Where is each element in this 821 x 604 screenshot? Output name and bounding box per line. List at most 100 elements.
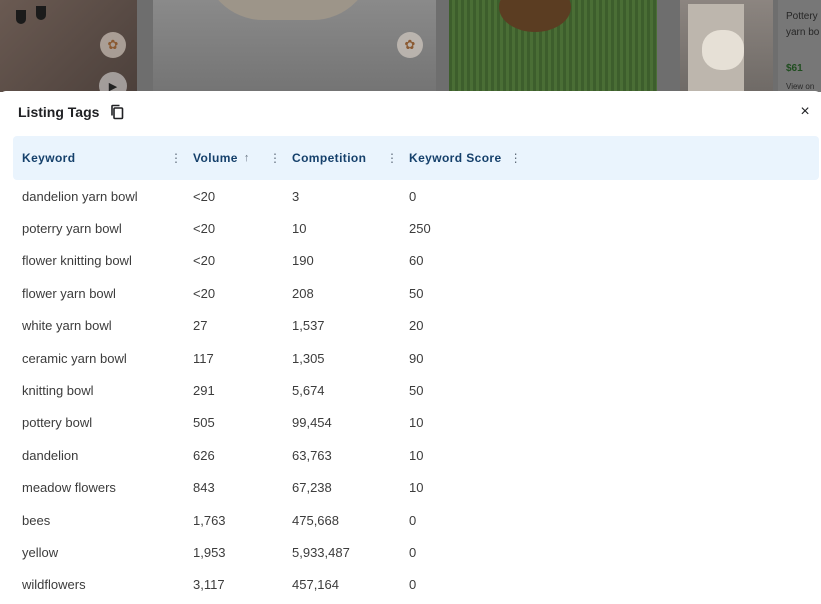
score-cell: 50 bbox=[409, 383, 424, 399]
competition-cell: 63,763 bbox=[292, 447, 332, 463]
volume-cell: 505 bbox=[193, 415, 215, 431]
keyword-cell: wildflowers bbox=[22, 577, 86, 593]
volume-cell: 291 bbox=[193, 383, 215, 399]
competition-cell: 457,164 bbox=[292, 577, 339, 593]
listing-title[interactable]: Pottery yarn bo bbox=[786, 9, 820, 41]
bee-icon[interactable]: ✿ bbox=[100, 32, 126, 58]
keyword-cell: white yarn bowl bbox=[22, 318, 112, 334]
competition-cell: 5,674 bbox=[292, 383, 325, 399]
competition-cell: 1,537 bbox=[292, 318, 325, 334]
column-menu-icon[interactable]: ⋮ bbox=[170, 136, 182, 180]
table-row: knitting bowl 291 5,674 50 bbox=[13, 374, 819, 406]
competition-cell: 208 bbox=[292, 285, 314, 301]
copy-icon[interactable] bbox=[109, 104, 125, 120]
bowl-shape bbox=[702, 30, 744, 70]
table-row: flower yarn bowl <20 208 50 bbox=[13, 277, 819, 309]
keyword-cell: poterry yarn bowl bbox=[22, 221, 122, 237]
table-row: dandelion 626 63,763 10 bbox=[13, 439, 819, 471]
keyword-cell: dandelion bbox=[22, 447, 79, 463]
score-cell: 50 bbox=[409, 285, 424, 301]
table-row: white yarn bowl 27 1,537 20 bbox=[13, 310, 819, 342]
column-header-label: Volume bbox=[193, 151, 238, 165]
table-row: poterry yarn bowl <20 10 250 bbox=[13, 212, 819, 244]
score-cell: 20 bbox=[409, 318, 424, 334]
table-row: dandelion yarn bowl <20 3 0 bbox=[13, 180, 819, 212]
keyword-cell: dandelion yarn bowl bbox=[22, 188, 138, 204]
competition-cell: 99,454 bbox=[292, 415, 332, 431]
score-cell: 0 bbox=[409, 544, 417, 560]
keyword-cell: ceramic yarn bowl bbox=[22, 350, 127, 366]
listing-info: Pottery yarn bo $61 View on bbox=[778, 0, 821, 92]
keyword-cell: flower yarn bowl bbox=[22, 285, 116, 301]
score-cell: 60 bbox=[409, 253, 424, 269]
table-row: meadow flowers 843 67,238 10 bbox=[13, 472, 819, 504]
volume-cell: 1,763 bbox=[193, 512, 226, 528]
volume-cell: <20 bbox=[193, 285, 216, 301]
column-header-competition[interactable]: Competition bbox=[292, 136, 366, 180]
decor-shape bbox=[16, 10, 26, 24]
listing-tags-modal: Listing Tags × Keyword ⋮ Volume ↑ ⋮ Comp… bbox=[0, 91, 821, 604]
table-row: bees 1,763 475,668 0 bbox=[13, 504, 819, 536]
modal-header: Listing Tags bbox=[18, 104, 125, 120]
table-header: Keyword ⋮ Volume ↑ ⋮ Competition ⋮ Keywo… bbox=[13, 136, 819, 180]
decor-shape bbox=[36, 6, 46, 20]
competition-cell: 10 bbox=[292, 221, 307, 237]
keyword-cell: knitting bowl bbox=[22, 383, 94, 399]
column-header-label: Keyword bbox=[22, 151, 76, 165]
table-row: yellow 1,953 5,933,487 0 bbox=[13, 536, 819, 568]
column-header-volume[interactable]: Volume ↑ bbox=[193, 136, 250, 180]
volume-cell: <20 bbox=[193, 253, 216, 269]
yarn-ball-shape bbox=[499, 0, 571, 32]
keyword-cell: yellow bbox=[22, 544, 59, 560]
volume-cell: 626 bbox=[193, 447, 215, 463]
volume-cell: <20 bbox=[193, 188, 216, 204]
volume-cell: 117 bbox=[193, 350, 214, 366]
column-header-score[interactable]: Keyword Score ⋮ bbox=[409, 136, 522, 180]
keyword-cell: pottery bowl bbox=[22, 415, 93, 431]
keyword-cell: flower knitting bowl bbox=[22, 253, 132, 269]
keyword-cell: bees bbox=[22, 512, 51, 528]
keyword-cell: meadow flowers bbox=[22, 480, 116, 496]
arrow-up-icon[interactable]: ↑ bbox=[244, 152, 250, 164]
score-cell: 10 bbox=[409, 447, 424, 463]
competition-cell: 475,668 bbox=[292, 512, 339, 528]
table-row: wildflowers 3,117 457,164 0 bbox=[13, 569, 819, 601]
volume-cell: 843 bbox=[193, 480, 215, 496]
volume-cell: <20 bbox=[193, 221, 216, 237]
view-link[interactable]: View on bbox=[786, 82, 814, 91]
keyword-table: Keyword ⋮ Volume ↑ ⋮ Competition ⋮ Keywo… bbox=[13, 136, 819, 601]
score-cell: 0 bbox=[409, 188, 417, 204]
column-menu-icon[interactable]: ⋮ bbox=[269, 136, 281, 180]
listing-image[interactable] bbox=[153, 0, 436, 92]
score-cell: 10 bbox=[409, 415, 424, 431]
competition-cell: 5,933,487 bbox=[292, 544, 350, 560]
listing-price: $61 bbox=[786, 63, 803, 74]
competition-cell: 67,238 bbox=[292, 480, 332, 496]
listing-image[interactable] bbox=[449, 0, 657, 92]
table-body: dandelion yarn bowl <20 3 0 poterry yarn… bbox=[13, 180, 819, 601]
score-cell: 250 bbox=[409, 221, 431, 237]
score-cell: 0 bbox=[409, 512, 417, 528]
score-cell: 10 bbox=[409, 480, 424, 496]
table-row: flower knitting bowl <20 190 60 bbox=[13, 245, 819, 277]
volume-cell: 3,117 bbox=[193, 577, 225, 593]
score-cell: 0 bbox=[409, 577, 417, 593]
table-row: pottery bowl 505 99,454 10 bbox=[13, 407, 819, 439]
column-header-label: Keyword Score bbox=[409, 151, 502, 165]
listing-image[interactable] bbox=[680, 0, 773, 92]
column-menu-icon[interactable]: ⋮ bbox=[386, 136, 398, 180]
play-icon[interactable]: ▶ bbox=[99, 72, 127, 92]
table-row: ceramic yarn bowl 117 1,305 90 bbox=[13, 342, 819, 374]
modal-title: Listing Tags bbox=[18, 104, 100, 120]
column-menu-icon[interactable]: ⋮ bbox=[510, 151, 522, 165]
volume-cell: 1,953 bbox=[193, 544, 226, 560]
competition-cell: 1,305 bbox=[292, 350, 325, 366]
bee-icon[interactable]: ✿ bbox=[397, 32, 423, 58]
column-header-label: Competition bbox=[292, 151, 367, 165]
competition-cell: 190 bbox=[292, 253, 314, 269]
column-header-keyword[interactable]: Keyword bbox=[22, 136, 75, 180]
volume-cell: 27 bbox=[193, 318, 208, 334]
background-listings: ✿ ▶ ✿ Pottery yarn bo $61 View on bbox=[0, 0, 821, 92]
score-cell: 90 bbox=[409, 350, 424, 366]
close-button[interactable]: × bbox=[796, 103, 814, 121]
